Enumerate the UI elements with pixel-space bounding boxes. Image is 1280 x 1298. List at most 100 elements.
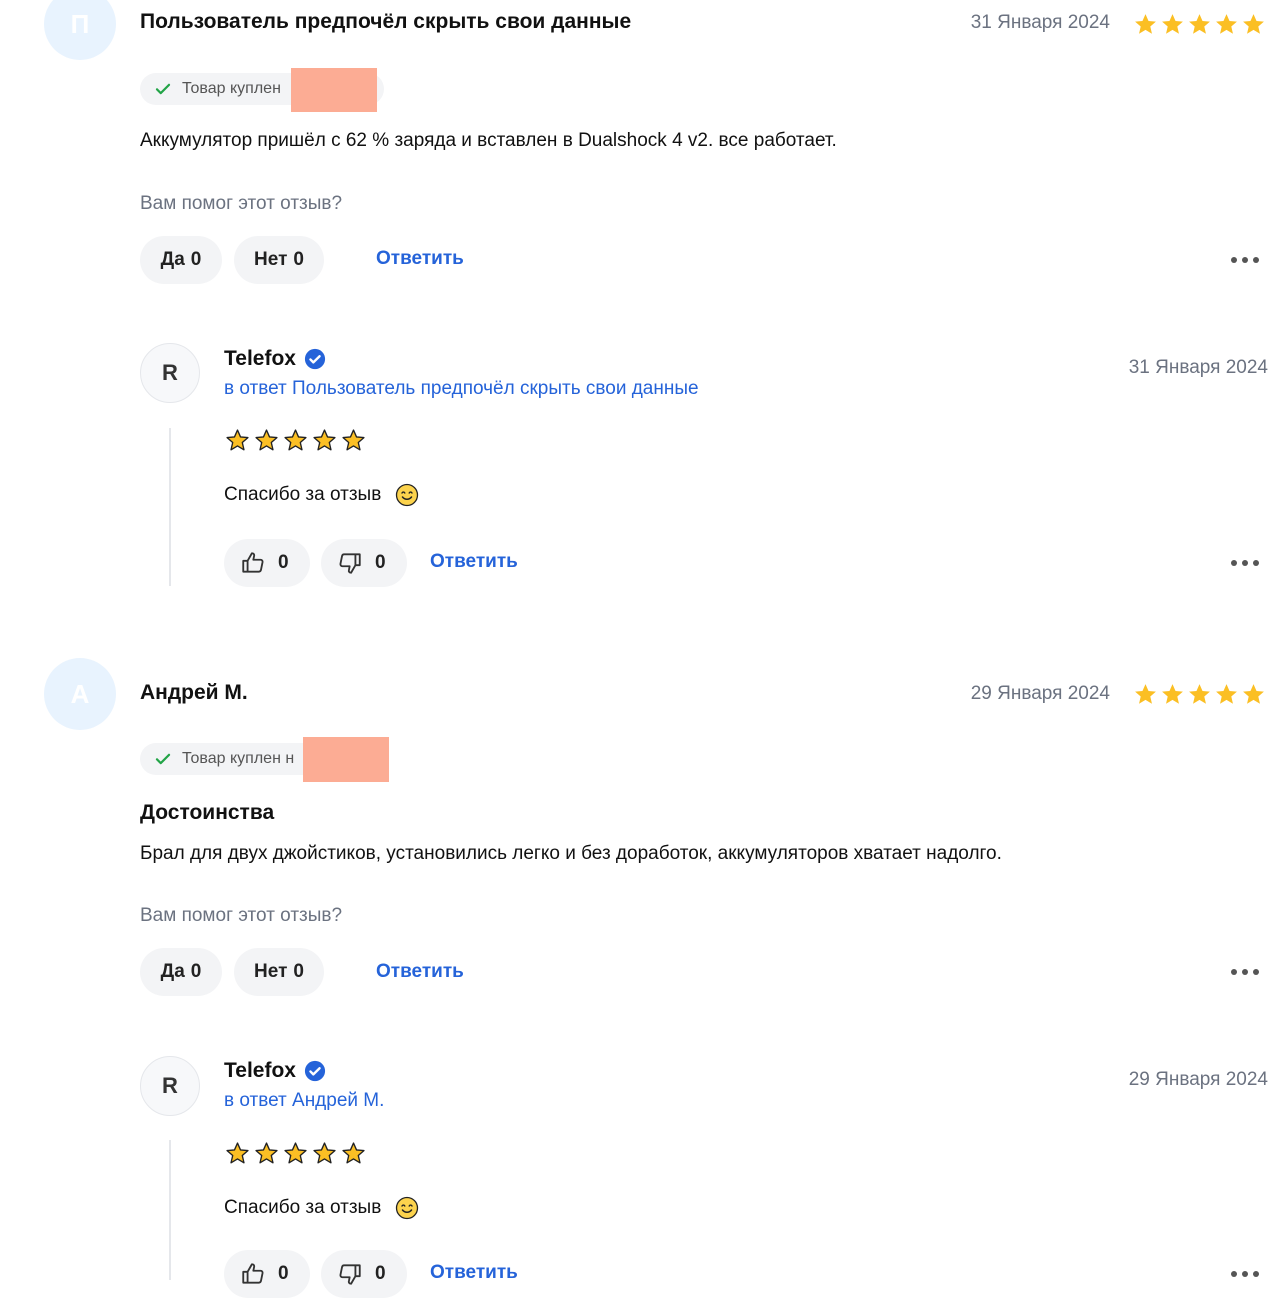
reply-to-link[interactable]: в ответ Пользователь предпочёл скрыть св… — [224, 378, 699, 400]
like-button[interactable]: 0 — [224, 1250, 310, 1298]
star-icon — [284, 429, 307, 451]
reply-button[interactable]: Ответить — [430, 1262, 518, 1284]
check-icon — [155, 753, 171, 765]
reply-date: 31 Января 2024 — [1128, 357, 1268, 378]
dislike-button[interactable]: 0 — [321, 539, 407, 587]
review-text: Аккумулятор пришёл с 62 % заряда и встав… — [140, 130, 837, 151]
review-author: Андрей М. — [140, 681, 248, 704]
helpful-no-button[interactable]: Нет 0 — [234, 948, 324, 996]
yes-count: 0 — [190, 961, 202, 982]
star-icon — [1162, 14, 1183, 34]
purchase-badge-label: Товар куплен н — [182, 750, 295, 767]
redaction — [291, 68, 377, 112]
ellipsis-dot — [1242, 257, 1248, 263]
reply-avatar: R — [140, 1056, 200, 1116]
avatar: А — [44, 658, 116, 730]
star-icon — [1216, 684, 1237, 704]
more-options-button[interactable] — [1231, 560, 1259, 566]
ellipsis-dot — [1242, 1271, 1248, 1277]
ellipsis-icon — [1231, 257, 1237, 263]
no-count: 0 — [293, 961, 304, 982]
more-options-button[interactable] — [1231, 969, 1259, 975]
smile-emoji-icon — [395, 1196, 418, 1220]
thread-line — [169, 1140, 171, 1280]
reply-author: Telefox — [224, 347, 326, 371]
reply-to-link[interactable]: в ответ Андрей М. — [224, 1090, 384, 1112]
helpful-question: Вам помог этот отзыв? — [140, 905, 343, 926]
helpful-question: Вам помог этот отзыв? — [140, 193, 343, 214]
thumbs-up-icon — [242, 552, 264, 573]
ellipsis-icon — [1231, 560, 1237, 566]
reply-text-content: Спасибо за отзыв — [224, 1197, 382, 1219]
reply-button[interactable]: Ответить — [376, 961, 464, 983]
star-icon — [1135, 14, 1156, 34]
star-icon — [313, 429, 336, 451]
ellipsis-dot — [1253, 257, 1259, 263]
star-icon — [1243, 14, 1264, 34]
reply-rating-stars — [225, 1141, 366, 1166]
section-title: Достоинства — [140, 801, 275, 824]
no-count: 0 — [293, 249, 304, 270]
purchase-badge-label: Товар куплен — [182, 80, 281, 97]
star-icon — [1162, 684, 1183, 704]
thumbs-down-icon — [339, 1264, 361, 1285]
smile-emoji-icon — [395, 483, 418, 507]
reply-author: Telefox — [224, 1059, 326, 1083]
no-label: Нет — [254, 249, 288, 270]
reply-text: Спасибо за отзыв — [224, 1196, 419, 1220]
review-date: 29 Января 2024 — [970, 683, 1110, 704]
ellipsis-dot — [1242, 560, 1248, 566]
verified-badge-icon — [304, 348, 326, 370]
helpful-yes-button[interactable]: Да 0 — [140, 948, 222, 996]
ellipsis-dot — [1253, 969, 1259, 975]
reply-button[interactable]: Ответить — [430, 551, 518, 573]
ellipsis-icon — [1231, 969, 1237, 975]
rating-stars — [1133, 682, 1266, 707]
helpful-no-button[interactable]: Нет 0 — [234, 236, 324, 284]
reply-text-content: Спасибо за отзыв — [224, 484, 382, 506]
more-options-button[interactable] — [1231, 257, 1259, 263]
ellipsis-dot — [1242, 969, 1248, 975]
dislike-count: 0 — [375, 552, 386, 573]
star-icon — [1216, 14, 1237, 34]
avatar: П — [44, 0, 116, 60]
star-icon — [226, 1142, 249, 1164]
reply-date: 29 Января 2024 — [1128, 1069, 1268, 1090]
yes-label: Да — [160, 961, 185, 982]
star-icon — [313, 1142, 336, 1164]
dislike-count: 0 — [375, 1263, 386, 1284]
ellipsis-dot — [1253, 1271, 1259, 1277]
reply-author-name: Telefox — [224, 1059, 296, 1082]
star-icon — [284, 1142, 307, 1164]
helpful-yes-button[interactable]: Да 0 — [140, 236, 222, 284]
like-count: 0 — [278, 552, 289, 573]
yes-count: 0 — [190, 249, 202, 270]
star-icon — [1243, 684, 1264, 704]
reply-rating-stars — [225, 428, 366, 453]
reply-text: Спасибо за отзыв — [224, 483, 419, 507]
star-icon — [255, 429, 278, 451]
review-text: Брал для двух джойстиков, установились л… — [140, 843, 1002, 864]
review-date: 31 Января 2024 — [970, 12, 1110, 33]
star-icon — [342, 1142, 365, 1164]
like-count: 0 — [278, 1263, 289, 1284]
dislike-button[interactable]: 0 — [321, 1250, 407, 1298]
star-icon — [1189, 684, 1210, 704]
yes-label: Да — [160, 249, 185, 270]
verified-badge-icon — [304, 1060, 326, 1082]
no-label: Нет — [254, 961, 288, 982]
thread-line — [169, 428, 171, 586]
ellipsis-icon — [1231, 1271, 1237, 1277]
like-button[interactable]: 0 — [224, 539, 310, 587]
reply-author-name: Telefox — [224, 347, 296, 370]
redaction — [303, 737, 389, 782]
more-options-button[interactable] — [1231, 1271, 1259, 1277]
star-icon — [226, 429, 249, 451]
reply-button[interactable]: Ответить — [376, 248, 464, 270]
reply-avatar: R — [140, 343, 200, 403]
check-icon — [155, 83, 171, 95]
star-icon — [1135, 684, 1156, 704]
rating-stars — [1133, 12, 1266, 37]
review-author: Пользователь предпочёл скрыть свои данны… — [140, 10, 632, 33]
star-icon — [342, 429, 365, 451]
